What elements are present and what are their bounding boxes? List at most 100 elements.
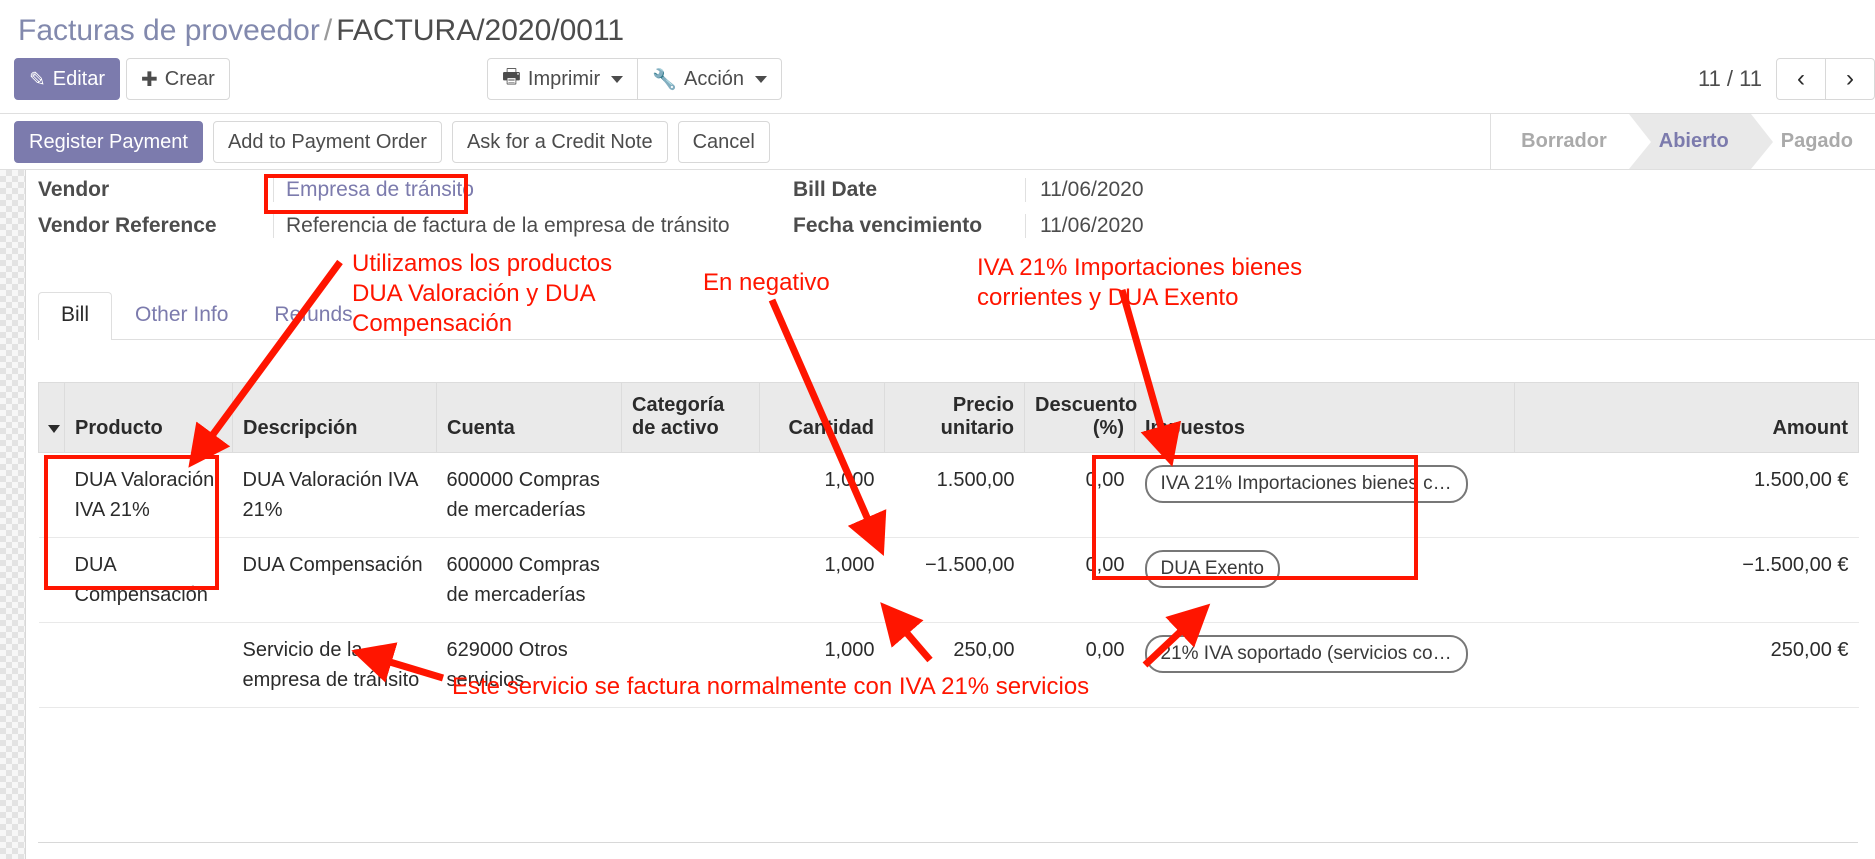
column-header-impuestos[interactable]: Impuestos	[1134, 382, 1515, 453]
register-payment-button[interactable]: Register Payment	[14, 121, 203, 163]
cell-producto[interactable]: DUA Valoración IVA 21%	[64, 452, 233, 538]
cell-producto[interactable]: DUA Compensación	[64, 537, 233, 623]
cell-amount: 250,00 €	[1514, 622, 1859, 708]
notebook-tabs: Bill Other Info Refunds	[38, 290, 1875, 340]
breadcrumb: Facturas de proveedor / FACTURA/2020/0011	[18, 12, 624, 50]
wrench-icon: 🔧	[652, 68, 678, 91]
field-vendor-reference-label: Vendor Reference	[38, 214, 217, 237]
cell-categoria[interactable]	[621, 622, 760, 708]
print-button[interactable]: 🖶 Imprimir	[487, 58, 639, 100]
status-stages: Borrador Abierto Pagado	[1490, 114, 1875, 169]
cell-descripcion[interactable]: DUA Compensación	[232, 537, 437, 623]
action-button-label: Acción	[684, 67, 745, 90]
cell-impuestos[interactable]: IVA 21% Importaciones bienes c…	[1134, 452, 1515, 538]
cell-amount: −1.500,00 €	[1514, 537, 1859, 623]
print-button-label: Imprimir	[527, 67, 601, 90]
print-action-group: 🖶 Imprimir 🔧 Acción	[487, 58, 783, 100]
sheet-left-edge-decoration	[0, 170, 26, 859]
field-due-date-label: Fecha vencimiento	[793, 214, 983, 237]
table-header-row: Producto Descripción Cuenta Categoría de…	[38, 382, 1859, 453]
tax-tag[interactable]: DUA Exento	[1144, 550, 1280, 588]
ask-for-credit-note-button[interactable]: Ask for a Credit Note	[451, 121, 668, 163]
cell-cantidad[interactable]: 1,000	[759, 452, 885, 538]
pager-next-button[interactable]: ›	[1825, 58, 1875, 100]
row-handle[interactable]	[38, 622, 65, 708]
column-header-descuento[interactable]: Descuento (%)	[1024, 382, 1137, 453]
breadcrumb-current: FACTURA/2020/0011	[336, 14, 625, 47]
statusbar-row: Register Payment Add to Payment Order As…	[0, 113, 1875, 170]
create-button[interactable]: ✚ Crear	[126, 58, 230, 100]
cancel-button[interactable]: Cancel	[677, 121, 770, 163]
cell-precio-unitario[interactable]: 250,00	[884, 622, 1025, 708]
table-row[interactable]: DUA Compensación DUA Compensación 600000…	[38, 537, 1859, 623]
cell-cuenta[interactable]: 600000 Compras de mercaderías	[436, 537, 622, 623]
action-button[interactable]: 🔧 Acción	[637, 58, 783, 100]
field-due-date-value[interactable]: 11/06/2020	[1025, 214, 1144, 238]
table-row[interactable]: DUA Valoración IVA 21% DUA Valoración IV…	[38, 452, 1859, 538]
cell-descuento[interactable]: 0,00	[1024, 622, 1135, 708]
column-header-precio-unitario[interactable]: Precio unitario	[884, 382, 1025, 453]
pager-count: 11 / 11	[1697, 66, 1762, 91]
field-vendor-reference-value[interactable]: Referencia de factura de la empresa de t…	[273, 214, 730, 238]
cell-cantidad[interactable]: 1,000	[759, 537, 885, 623]
tab-other-info[interactable]: Other Info	[112, 292, 251, 339]
column-header-descripcion[interactable]: Descripción	[232, 382, 437, 453]
invoice-lines-table-wrapper: Producto Descripción Cuenta Categoría de…	[38, 382, 1859, 708]
cell-precio-unitario[interactable]: −1.500,00	[884, 537, 1025, 623]
cell-precio-unitario[interactable]: 1.500,00	[884, 452, 1025, 538]
pencil-icon: ✎	[29, 68, 46, 91]
plus-icon: ✚	[141, 68, 158, 91]
field-bill-date-value[interactable]: 11/06/2020	[1025, 178, 1144, 202]
odoo-vendor-bill-form: Facturas de proveedor / FACTURA/2020/0011 …	[0, 0, 1875, 859]
add-to-payment-order-button[interactable]: Add to Payment Order	[212, 121, 442, 163]
row-handle[interactable]	[38, 452, 65, 538]
breadcrumb-parent-link[interactable]: Facturas de proveedor	[18, 14, 320, 47]
tab-refunds[interactable]: Refunds	[251, 292, 375, 339]
row-handle[interactable]	[38, 537, 65, 623]
cell-descuento[interactable]: 0,00	[1024, 537, 1135, 623]
cell-amount: 1.500,00 €	[1514, 452, 1859, 538]
field-bill-date: Bill Date 11/06/2020	[793, 178, 1293, 214]
field-vendor: Vendor Empresa de tránsito	[38, 178, 778, 214]
table-row[interactable]: Servicio de la empresa de tránsito 62900…	[38, 622, 1859, 708]
pager-previous-button[interactable]: ‹	[1776, 58, 1826, 100]
column-header-cuenta[interactable]: Cuenta	[436, 382, 622, 453]
field-vendor-label: Vendor	[38, 178, 110, 201]
cell-descripcion[interactable]: Servicio de la empresa de tránsito	[232, 622, 437, 708]
cell-descripcion[interactable]: DUA Valoración IVA 21%	[232, 452, 437, 538]
pager: 11 / 11 ‹ ›	[1698, 58, 1875, 100]
field-bill-date-label: Bill Date	[793, 178, 878, 201]
cell-cuenta[interactable]: 600000 Compras de mercaderías	[436, 452, 622, 538]
cell-categoria[interactable]	[621, 537, 760, 623]
tax-tag[interactable]: 21% IVA soportado (servicios co…	[1144, 635, 1468, 673]
breadcrumb-separator: /	[323, 14, 333, 47]
stage-borrador[interactable]: Borrador	[1491, 114, 1629, 169]
printer-icon: 🖶	[502, 66, 521, 88]
cell-cantidad[interactable]: 1,000	[759, 622, 885, 708]
edit-button[interactable]: ✎ Editar	[14, 58, 121, 100]
cell-impuestos[interactable]: DUA Exento	[1134, 537, 1515, 623]
field-vendor-value[interactable]: Empresa de tránsito	[273, 178, 474, 202]
column-header-categoria-de-activo[interactable]: Categoría de activo	[621, 382, 760, 453]
chevron-down-icon	[47, 424, 60, 433]
form-column-right: Bill Date 11/06/2020 Fecha vencimiento 1…	[793, 178, 1293, 250]
column-header-producto[interactable]: Producto	[64, 382, 233, 453]
column-header-cantidad[interactable]: Cantidad	[759, 382, 885, 453]
field-due-date: Fecha vencimiento 11/06/2020	[793, 214, 1293, 250]
cell-impuestos[interactable]: 21% IVA soportado (servicios co…	[1134, 622, 1515, 708]
column-sort-handle[interactable]	[38, 382, 65, 453]
tax-tag[interactable]: IVA 21% Importaciones bienes c…	[1144, 465, 1468, 503]
tab-bill[interactable]: Bill	[38, 292, 113, 340]
column-header-amount[interactable]: Amount	[1514, 382, 1859, 453]
cell-producto[interactable]	[64, 622, 233, 708]
cell-descuento[interactable]: 0,00	[1024, 452, 1135, 538]
field-vendor-reference: Vendor Reference Referencia de factura d…	[38, 214, 778, 250]
invoice-lines-table: Producto Descripción Cuenta Categoría de…	[38, 382, 1859, 708]
workflow-buttons: Register Payment Add to Payment Order As…	[14, 121, 770, 163]
table-bottom-rule	[38, 842, 1858, 859]
edit-button-label: Editar	[52, 67, 106, 90]
cell-cuenta[interactable]: 629000 Otros servicios	[436, 622, 622, 708]
create-button-label: Crear	[164, 67, 215, 90]
cell-categoria[interactable]	[621, 452, 760, 538]
stage-abierto[interactable]: Abierto	[1628, 114, 1773, 169]
